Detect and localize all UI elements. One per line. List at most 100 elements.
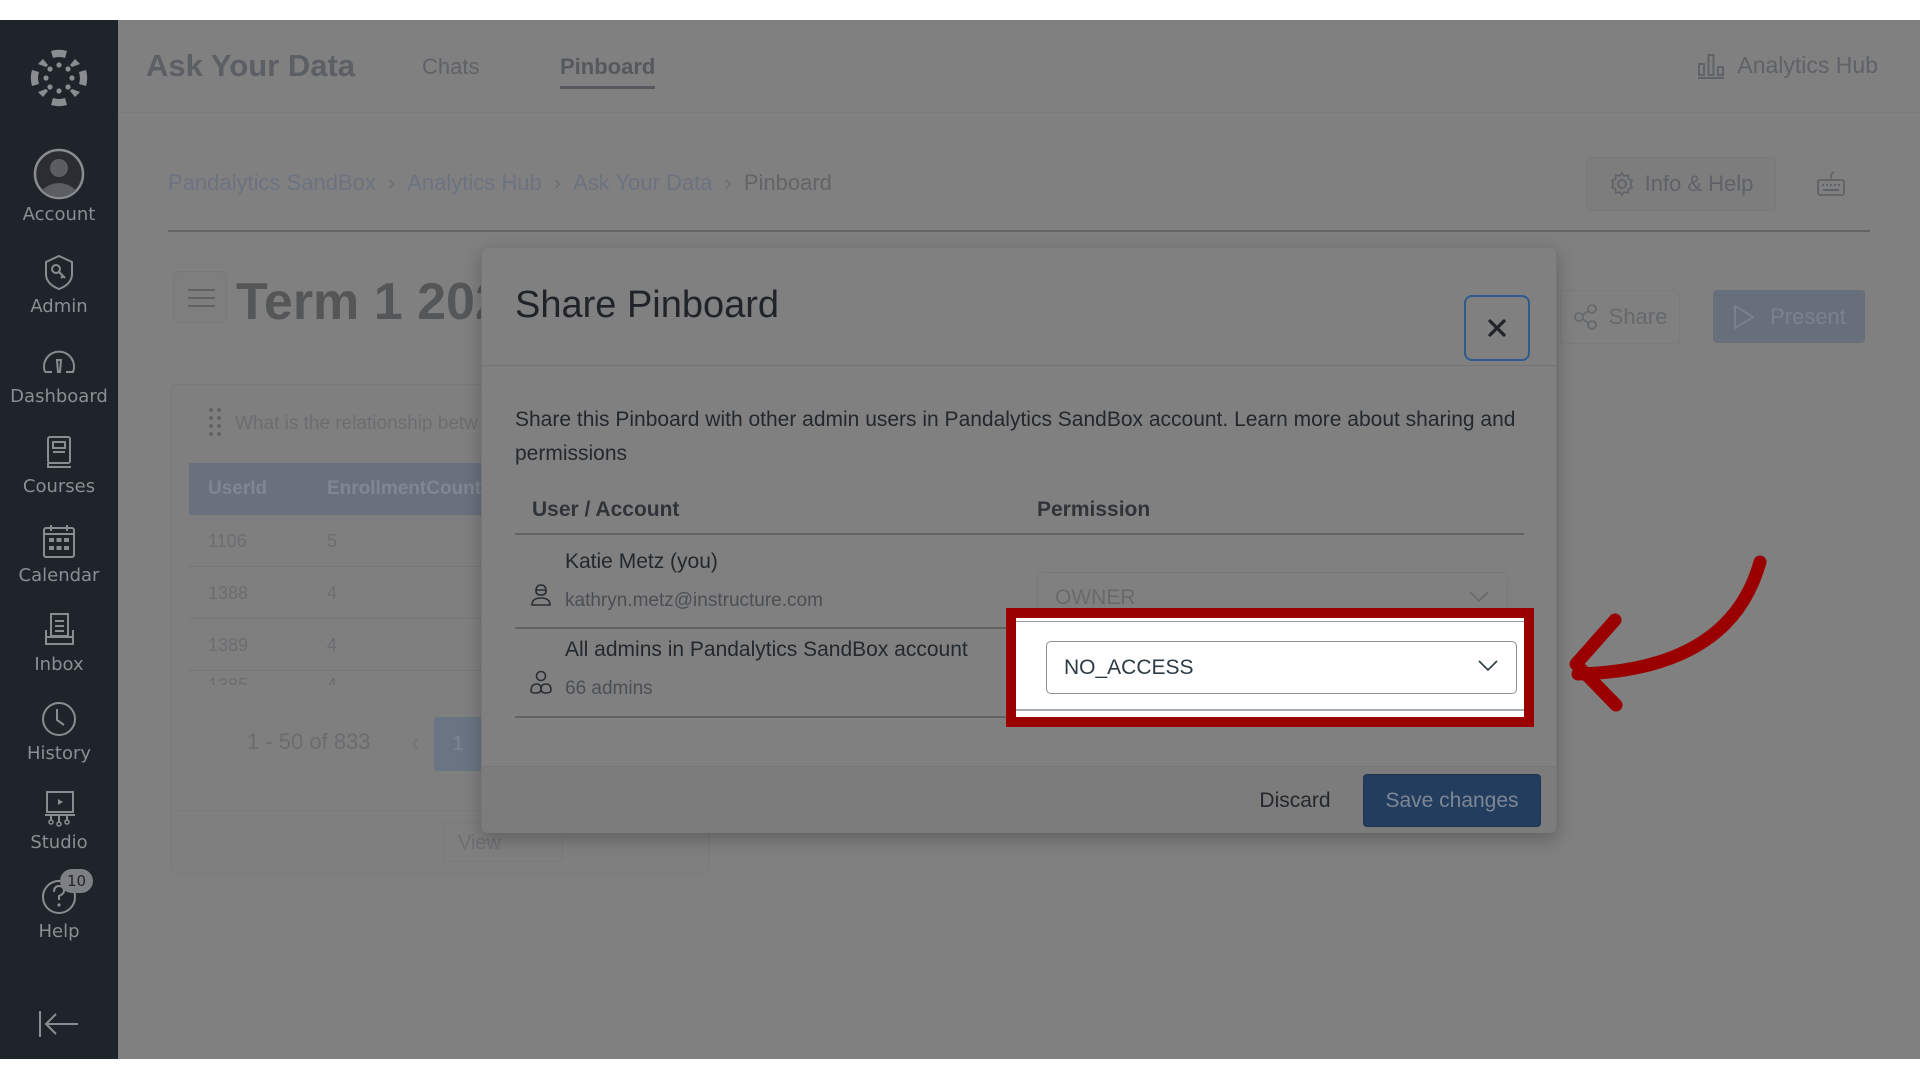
group-count: 66 admins	[565, 678, 653, 699]
global-nav-sidebar: Account Admin Dashboard Courses Calendar	[0, 20, 118, 1059]
close-button[interactable]	[1464, 295, 1530, 361]
breadcrumb: Pandalytics SandBox › Analytics Hub › As…	[168, 170, 832, 196]
drag-handle-icon[interactable]	[208, 407, 222, 437]
breadcrumb-link[interactable]: Analytics Hub	[407, 170, 542, 196]
select-value: OWNER	[1055, 586, 1136, 609]
help-badge: 10	[60, 869, 94, 893]
chevron-down-icon	[1478, 660, 1498, 672]
studio-icon	[39, 788, 79, 828]
table-cell: 5	[327, 531, 338, 551]
table-cell: 1389	[208, 635, 249, 655]
share-button[interactable]: Share	[1560, 290, 1680, 344]
keyboard-icon[interactable]	[1815, 168, 1847, 200]
row-divider	[1016, 709, 1524, 711]
nav-item-calendar[interactable]: Calendar	[0, 521, 118, 586]
page-button[interactable]: 1	[434, 717, 482, 771]
user-email: kathryn.metz@instructure.com	[565, 590, 823, 611]
tab-chats[interactable]: Chats	[422, 54, 479, 80]
inbox-icon	[39, 610, 79, 650]
close-icon	[1488, 319, 1506, 337]
info-help-button[interactable]: Info & Help	[1586, 157, 1776, 211]
group-name: All admins in Pandalytics SandBox accoun…	[565, 638, 968, 661]
table-cell: 4	[327, 635, 338, 655]
select-value: NO_ACCESS	[1064, 656, 1194, 679]
gear-icon	[1610, 171, 1633, 197]
nav-item-studio[interactable]: Studio	[0, 788, 118, 853]
nav-item-history[interactable]: History	[0, 699, 118, 764]
pagination-summary: 1 - 50 of 833	[247, 729, 371, 754]
breadcrumb-divider	[168, 230, 1870, 232]
users-group-icon	[530, 670, 552, 694]
chevron-right-icon: ›	[553, 170, 562, 195]
table-cell: 1388	[208, 583, 249, 603]
info-help-label: Info & Help	[1644, 171, 1754, 196]
nav-label: Calendar	[18, 565, 100, 586]
breadcrumb-link[interactable]: Ask Your Data	[573, 170, 712, 196]
nav-label: Courses	[22, 476, 96, 497]
modal-description: Share this Pinboard with other admin use…	[515, 408, 1516, 465]
nav-label: Admin	[30, 296, 88, 317]
tab-pinboard[interactable]: Pinboard	[560, 54, 656, 89]
curved-arrow-annotation	[1569, 555, 1767, 712]
discard-button[interactable]: Discard	[1239, 774, 1351, 827]
row-divider	[1016, 621, 1524, 622]
share-label: Share	[1608, 304, 1668, 329]
user-name: Katie Metz (you)	[565, 550, 718, 573]
modal-title: Share Pinboard	[515, 284, 780, 326]
column-header-permission: Permission	[1037, 498, 1151, 521]
save-changes-button[interactable]: Save changes	[1363, 774, 1541, 827]
card-question: What is the relationship betw	[235, 413, 478, 434]
share-icon	[1573, 304, 1597, 330]
present-button[interactable]: Present	[1713, 290, 1865, 343]
nav-label: History	[26, 743, 92, 764]
table-header-divider	[515, 533, 1524, 535]
chevron-right-icon: ›	[387, 170, 396, 195]
app-title: Ask Your Data	[146, 48, 356, 83]
column-header[interactable]: EnrollmentCount	[327, 478, 481, 500]
shield-key-icon	[39, 252, 79, 292]
modal-footer: Discard Save changes	[482, 766, 1556, 833]
collapse-left-icon[interactable]	[38, 1009, 80, 1039]
column-header-user: User / Account	[532, 498, 680, 521]
breadcrumb-link[interactable]: Pandalytics SandBox	[168, 170, 376, 196]
chevron-down-icon	[1469, 591, 1489, 603]
nav-item-account[interactable]: Account	[0, 148, 118, 225]
pinboard-menu-button[interactable]	[173, 271, 227, 323]
nav-item-dashboard[interactable]: Dashboard	[0, 342, 118, 407]
analytics-hub-label: Analytics Hub	[1737, 52, 1878, 78]
column-header[interactable]: UserId	[208, 478, 267, 500]
present-label: Present	[1770, 303, 1846, 329]
nav-item-inbox[interactable]: Inbox	[0, 610, 118, 675]
table-cell: 1106	[208, 531, 247, 551]
nav-item-help[interactable]: 10 Help	[0, 869, 118, 942]
speedometer-icon	[39, 342, 79, 382]
nav-label: Help	[38, 921, 80, 942]
share-pinboard-modal: Share Pinboard Share this Pinboard with …	[481, 247, 1557, 833]
modal-header-divider	[482, 365, 1556, 366]
table-cell: 1385	[208, 675, 249, 685]
app-frame: Account Admin Dashboard Courses Calendar	[0, 20, 1920, 1059]
table-cell: 4	[327, 583, 338, 603]
nav-label: Dashboard	[10, 386, 108, 407]
chevron-left-icon[interactable]: ‹	[411, 727, 420, 758]
nav-label: Inbox	[34, 654, 84, 675]
nav-label: Studio	[30, 832, 88, 853]
highlight-annotation: NO_ACCESS	[1006, 608, 1534, 727]
bar-chart-icon	[1698, 53, 1725, 79]
user-icon	[531, 584, 551, 606]
header-divider	[118, 112, 1920, 113]
table-cell: 4	[327, 675, 338, 685]
nav-item-admin[interactable]: Admin	[0, 252, 118, 317]
pinboard-title: Term 1 202	[236, 273, 504, 331]
chevron-right-icon: ›	[724, 170, 732, 195]
analytics-hub-link[interactable]: Analytics Hub	[1697, 52, 1878, 79]
play-icon	[1734, 303, 1755, 330]
nav-item-courses[interactable]: Courses	[0, 432, 118, 497]
book-icon	[39, 432, 79, 472]
nav-label: Account	[22, 204, 96, 225]
breadcrumb-current: Pinboard	[743, 170, 832, 195]
canvas-logo-icon[interactable]	[29, 48, 89, 108]
avatar-icon	[33, 148, 85, 200]
permission-select-all-admins[interactable]: NO_ACCESS	[1046, 641, 1517, 694]
calendar-icon	[39, 521, 79, 561]
